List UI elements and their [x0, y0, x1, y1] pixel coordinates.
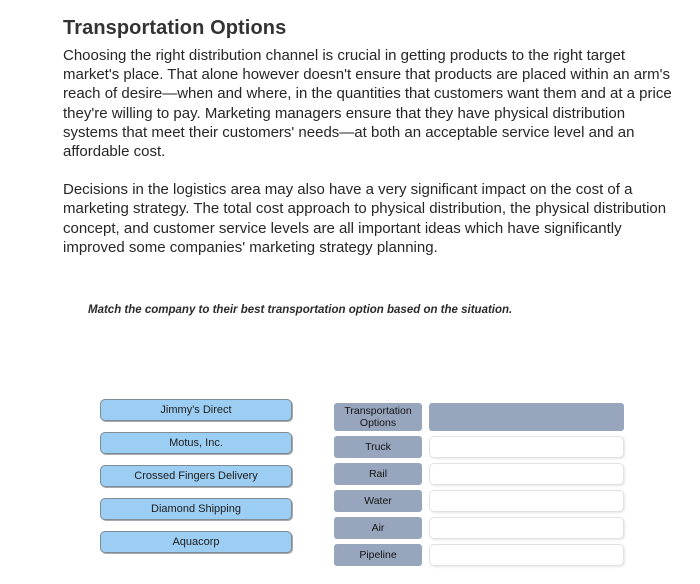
company-chip-label: Aquacorp [172, 536, 220, 548]
company-drag-source-list: Jimmy's Direct Motus, Inc. Crossed Finge… [100, 399, 292, 553]
drop-zone-water[interactable] [429, 490, 624, 512]
table-row: Air [334, 517, 624, 539]
table-header-option-cell: Transportation Options [334, 403, 422, 431]
matching-instruction: Match the company to their best transpor… [88, 304, 513, 316]
company-chip-jimmys-direct[interactable]: Jimmy's Direct [100, 399, 292, 421]
drop-zone-pipeline[interactable] [429, 544, 624, 566]
transportation-match-table: Transportation Options Truck Rail Water … [334, 403, 624, 566]
table-row: Pipeline [334, 544, 624, 566]
table-row: Truck [334, 436, 624, 458]
drop-zone-rail[interactable] [429, 463, 624, 485]
company-chip-aquacorp[interactable]: Aquacorp [100, 531, 292, 553]
company-chip-motus-inc[interactable]: Motus, Inc. [100, 432, 292, 454]
company-chip-label: Motus, Inc. [169, 437, 223, 449]
table-row: Rail [334, 463, 624, 485]
option-label-pipeline: Pipeline [334, 544, 422, 566]
page-title: Transportation Options [63, 17, 287, 40]
option-label-water: Water [334, 490, 422, 512]
company-chip-diamond-shipping[interactable]: Diamond Shipping [100, 498, 292, 520]
article-body: Choosing the right distribution channel … [63, 46, 681, 276]
option-label-air: Air [334, 517, 422, 539]
option-label-rail: Rail [334, 463, 422, 485]
company-chip-label: Diamond Shipping [151, 503, 241, 515]
company-chip-label: Crossed Fingers Delivery [134, 470, 258, 482]
option-label-truck: Truck [334, 436, 422, 458]
drop-zone-air[interactable] [429, 517, 624, 539]
company-chip-crossed-fingers-delivery[interactable]: Crossed Fingers Delivery [100, 465, 292, 487]
paragraph-1: Choosing the right distribution channel … [63, 47, 672, 161]
table-header-answer-cell [429, 403, 624, 431]
table-header-row: Transportation Options [334, 403, 624, 431]
table-row: Water [334, 490, 624, 512]
paragraph-2: Decisions in the logistics area may also… [63, 181, 667, 256]
company-chip-label: Jimmy's Direct [160, 404, 232, 416]
drop-zone-truck[interactable] [429, 436, 624, 458]
